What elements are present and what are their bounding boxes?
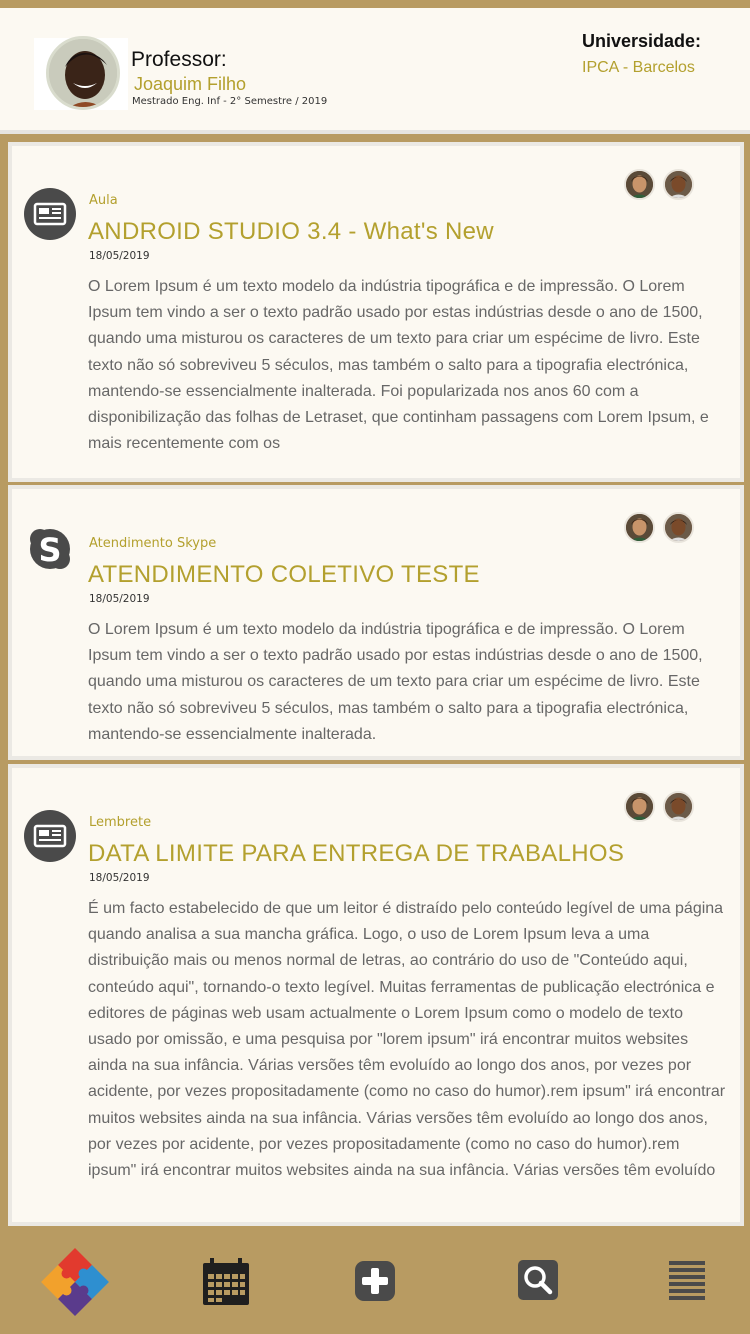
svg-text:S: S [38,531,61,569]
participants [618,788,698,824]
post-card[interactable]: S Atendimento Skype ATENDIMENTO COLETIVO… [8,485,744,760]
post-title[interactable]: ATENDIMENTO COLETIVO TESTE [88,561,480,589]
professor-avatar[interactable] [46,36,120,110]
bottom-navigation [0,1230,750,1334]
post-body: É um facto estabelecido de que um leitor… [88,900,726,1180]
post-title[interactable]: DATA LIMITE PARA ENTREGA DE TRABALHOS [88,840,624,868]
professor-course: Mestrado Eng. Inf - 2° Semestre / 2019 [132,96,328,107]
professor-label: Professor: [131,48,227,71]
participant-avatar[interactable] [624,169,655,200]
newspaper-icon [24,188,76,240]
newspaper-icon [24,810,76,862]
university-name: IPCA - Barcelos [582,59,695,76]
profile-header: Professor: Joaquim Filho Mestrado Eng. I… [0,8,750,134]
post-card[interactable]: Lembrete DATA LIMITE PARA ENTREGA DE TRA… [8,764,744,1226]
participant-avatar[interactable] [624,791,655,822]
post-category: Atendimento Skype [89,536,217,551]
participant-avatar[interactable] [663,512,694,543]
participant-avatar[interactable] [663,169,694,200]
participant-avatar[interactable] [624,512,655,543]
professor-name: Joaquim Filho [134,74,247,94]
post-category: Aula [89,193,118,208]
post-title[interactable]: ANDROID STUDIO 3.4 - What's New [88,218,494,246]
calendar-icon[interactable] [200,1246,252,1318]
post-card[interactable]: Aula ANDROID STUDIO 3.4 - What's New 18/… [8,142,744,482]
university-label: Universidade: [582,31,702,51]
puzzle-logo-icon[interactable] [38,1246,112,1318]
search-icon[interactable] [516,1246,560,1318]
menu-icon[interactable] [666,1246,708,1318]
participants [618,509,698,545]
participants [618,166,698,202]
post-body: O Lorem Ipsum é um texto modelo da indús… [88,621,703,743]
professor-avatar-frame [34,36,128,110]
participant-avatar[interactable] [663,791,694,822]
skype-icon: S [24,523,76,575]
post-category: Lembrete [89,815,152,830]
add-icon[interactable] [354,1246,396,1318]
post-date: 18/05/2019 [89,250,150,262]
post-date: 18/05/2019 [89,593,150,605]
post-date: 18/05/2019 [89,872,150,884]
post-body: O Lorem Ipsum é um texto modelo da indús… [88,278,709,453]
